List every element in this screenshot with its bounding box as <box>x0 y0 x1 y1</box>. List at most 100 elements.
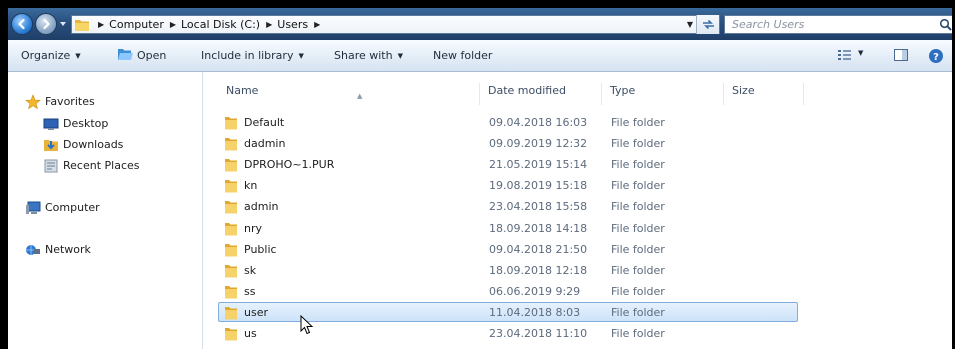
column-header-size[interactable]: Size <box>724 83 804 105</box>
column-header-type[interactable]: Type <box>602 83 724 105</box>
include-in-library-label: Include in library <box>201 49 294 62</box>
file-type: File folder <box>611 179 665 193</box>
file-date-modified: 18.09.2018 14:18 <box>489 221 588 235</box>
file-date-modified: 06.06.2019 9:29 <box>489 284 581 298</box>
breadcrumb-separator[interactable]: ▶ <box>314 20 320 29</box>
change-view-icon[interactable] <box>837 48 853 62</box>
nav-downloads-label: Downloads <box>63 138 124 151</box>
chevron-down-icon: ▼ <box>298 52 304 60</box>
folder-icon <box>225 306 237 320</box>
address-history-dropdown[interactable]: ▼ <box>687 20 693 29</box>
file-name: sk <box>244 263 257 277</box>
search-input[interactable]: Search Users <box>724 15 955 34</box>
file-name: dadmin <box>244 137 286 151</box>
file-type: File folder <box>611 158 665 172</box>
organize-label: Organize <box>21 49 71 62</box>
file-type: File folder <box>611 137 665 151</box>
command-bar: Organize ▼ Open Include in library ▼ Share… <box>8 40 955 72</box>
search-icon[interactable] <box>939 18 952 31</box>
file-name: Default <box>244 116 285 129</box>
folder-icon <box>225 328 237 341</box>
table-row[interactable]: dadmin 09.09.2019 12:32 File folder <box>218 133 798 153</box>
column-name-label: Name <box>226 84 259 97</box>
folder-icon <box>225 117 237 130</box>
table-row[interactable]: Public 09.04.2018 21:50 File folder <box>218 239 798 259</box>
view-options-chevron-icon[interactable]: ▼ <box>858 49 863 57</box>
file-type: File folder <box>611 200 665 214</box>
computer-icon <box>26 201 41 214</box>
open-button[interactable]: Open <box>117 40 166 71</box>
nav-computer-label: Computer <box>45 201 100 214</box>
nav-favorites-label: Favorites <box>45 95 95 108</box>
explorer-window: ▶ Computer ▶ Local Disk (C:) ▶ Users ▶ ▼… <box>8 8 955 349</box>
folder-icon <box>225 180 237 193</box>
table-row[interactable]: ss 06.06.2019 9:29 File folder <box>218 281 798 301</box>
address-bar[interactable]: ▶ Computer ▶ Local Disk (C:) ▶ Users ▶ ▼ <box>71 15 720 34</box>
file-list: Name ▲ Date modified Type Size Default 09… <box>205 72 955 349</box>
folder-icon <box>225 243 237 257</box>
breadcrumb-local-disk[interactable]: Local Disk (C:) <box>181 18 260 31</box>
file-date-modified: 21.05.2019 15:14 <box>489 158 588 172</box>
file-name: DPROHO~1.PUR <box>244 158 335 172</box>
breadcrumb-users[interactable]: Users <box>277 18 308 31</box>
nav-desktop-label: Desktop <box>63 117 109 130</box>
breadcrumb-computer[interactable]: Computer <box>109 18 164 31</box>
open-label: Open <box>137 49 167 62</box>
arrow-right-icon <box>43 18 51 30</box>
column-header-date-modified[interactable]: Date modified <box>480 83 602 105</box>
breadcrumb-separator[interactable]: ▶ <box>266 20 272 29</box>
file-name: kn <box>244 179 258 193</box>
new-folder-button[interactable]: New folder <box>433 40 492 71</box>
column-date-modified-label: Date modified <box>488 84 566 97</box>
help-icon[interactable]: ? <box>928 48 944 64</box>
back-button[interactable] <box>11 13 33 35</box>
refresh-button[interactable] <box>696 15 719 34</box>
folder-icon <box>225 264 237 278</box>
table-row[interactable]: admin 23.04.2018 15:58 File folder <box>218 196 798 216</box>
svg-text:?: ? <box>933 52 939 63</box>
folder-icon <box>225 285 237 299</box>
table-row[interactable]: DPROHO~1.PUR 21.05.2019 15:14 File folder <box>218 154 798 174</box>
mouse-pointer-icon <box>300 315 314 335</box>
open-folder-icon <box>118 49 133 60</box>
share-with-menu[interactable]: Share with ▼ <box>334 40 403 71</box>
table-row[interactable]: nry 18.09.2018 14:18 File folder <box>218 218 798 238</box>
preview-pane-icon[interactable] <box>893 48 909 62</box>
file-name: ss <box>244 284 256 298</box>
file-type: File folder <box>611 263 665 277</box>
column-header-name[interactable]: Name ▲ <box>218 83 480 105</box>
address-row: ▶ Computer ▶ Local Disk (C:) ▶ Users ▶ ▼… <box>8 8 955 40</box>
file-type: File folder <box>611 327 665 340</box>
table-row[interactable]: sk 18.09.2018 12:18 File folder <box>218 260 798 280</box>
breadcrumb-separator[interactable]: ▶ <box>170 20 176 29</box>
table-row[interactable]: Default 09.04.2018 16:03 File folder <box>218 112 798 132</box>
nav-network-label: Network <box>45 243 91 256</box>
file-type: File folder <box>611 116 665 129</box>
file-date-modified: 09.04.2018 16:03 <box>489 116 588 129</box>
share-with-label: Share with <box>334 49 393 62</box>
forward-button[interactable] <box>35 13 57 35</box>
recent-pages-chevron-icon[interactable] <box>58 19 68 29</box>
folder-icon <box>225 222 237 235</box>
new-folder-label: New folder <box>433 49 493 62</box>
file-name: nry <box>244 221 263 235</box>
file-name: admin <box>244 200 279 214</box>
file-name: us <box>244 327 257 340</box>
table-row[interactable]: kn 19.08.2019 15:18 File folder <box>218 175 798 195</box>
file-type: File folder <box>611 284 665 298</box>
file-type: File folder <box>611 242 665 256</box>
breadcrumb-separator[interactable]: ▶ <box>98 20 104 29</box>
file-date-modified: 19.08.2019 15:18 <box>489 179 588 193</box>
organize-menu[interactable]: Organize ▼ <box>21 40 81 71</box>
nav-recent-places-label: Recent Places <box>63 159 140 172</box>
file-date-modified: 18.09.2018 12:18 <box>489 263 588 277</box>
refresh-icon <box>702 19 714 30</box>
recent-places-icon <box>44 159 58 173</box>
file-date-modified: 11.04.2018 8:03 <box>489 305 581 319</box>
chevron-down-icon: ▼ <box>397 52 403 60</box>
star-icon <box>25 94 41 110</box>
include-in-library-menu[interactable]: Include in library ▼ <box>201 40 304 71</box>
file-date-modified: 09.04.2018 21:50 <box>489 242 588 256</box>
desktop-icon <box>43 118 59 130</box>
file-date-modified: 09.09.2019 12:32 <box>489 137 588 151</box>
